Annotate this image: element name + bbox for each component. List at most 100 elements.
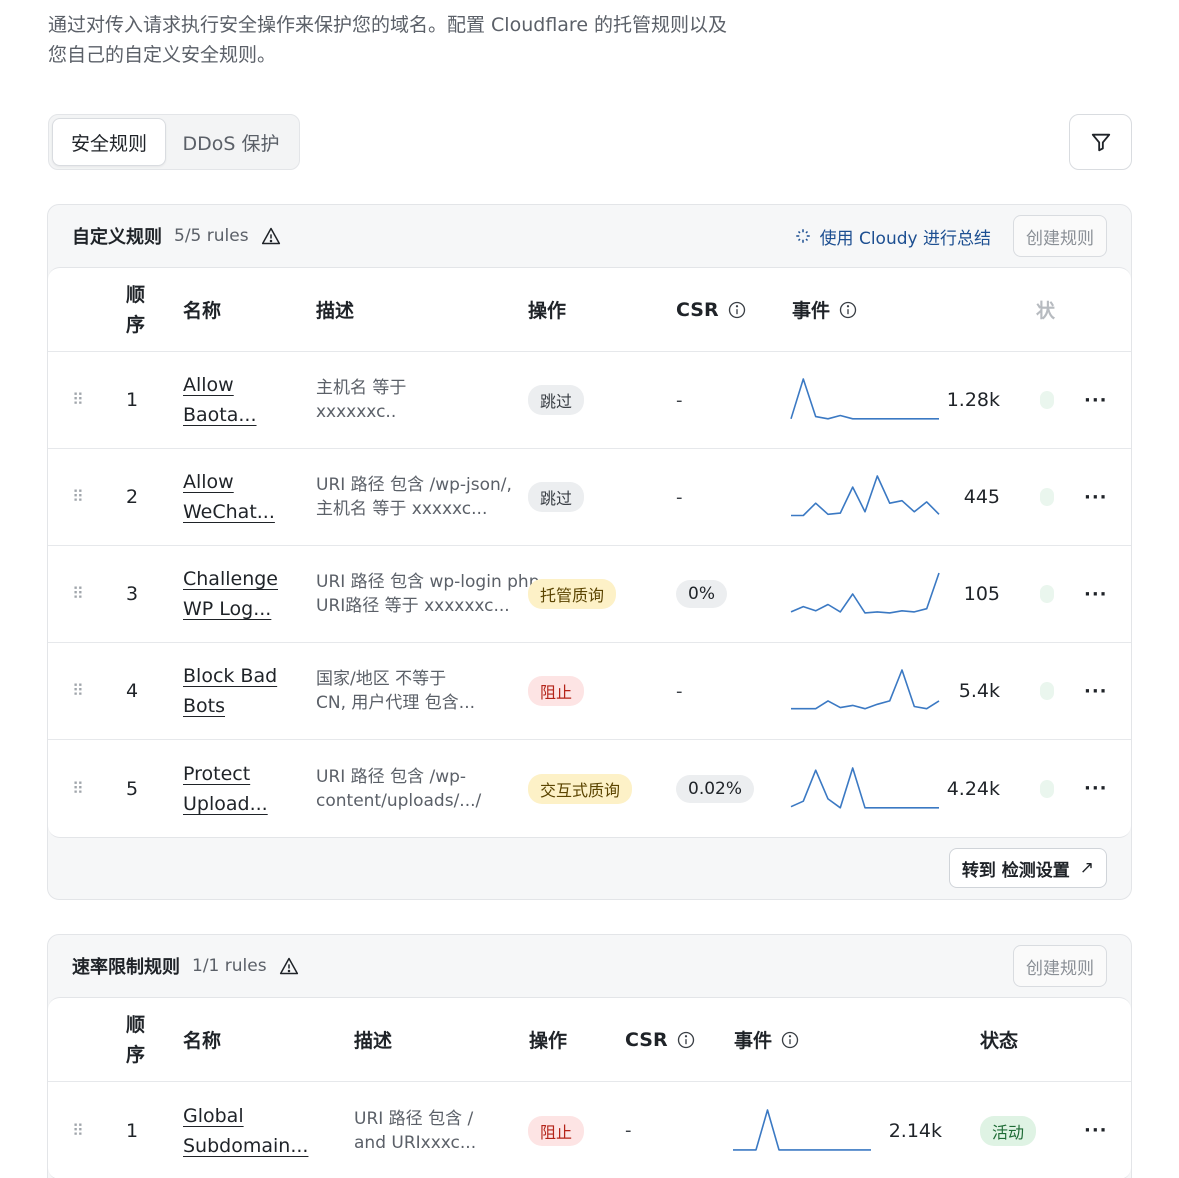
- rule-name-link[interactable]: Global Subdomain...: [183, 1082, 308, 1178]
- rate-limit-rules-header: 速率限制规则 1/1 rules 创建规则: [48, 935, 1131, 997]
- rules-tab-switcher: 安全规则 DDoS 保护: [48, 114, 300, 170]
- rule-description-line-1: URI 路径 包含 /wp-: [316, 766, 467, 787]
- rule-name-link[interactable]: Block Bad Bots: [183, 643, 277, 739]
- order-header-line-1: 顺: [126, 283, 146, 306]
- table-row[interactable]: ⠿ 5 Protect Upload... URI 路径 包含 /wp- con…: [48, 740, 1131, 837]
- status-toggle[interactable]: [1040, 779, 1054, 798]
- sparkline-chart: [790, 766, 939, 809]
- create-rule-button[interactable]: 创建规则: [1013, 945, 1107, 987]
- status-badge[interactable]: 活动: [980, 1115, 1037, 1146]
- rule-description-line-2: CN, 用户代理 包含...: [316, 693, 476, 713]
- rule-name-line-1: Protect: [183, 762, 251, 785]
- cloudy-summary-link[interactable]: 使用 Cloudy 进行总结: [794, 224, 991, 249]
- card-title: 自定义规则: [72, 227, 162, 248]
- sparkline-chart: [790, 572, 940, 614]
- table-row[interactable]: ⠿ 1 Allow Baota... 主机名 等于 xxxxxxc.. 跳过 -…: [48, 352, 1131, 449]
- rule-name-line-2: WeChat...: [183, 501, 275, 523]
- rule-csr-cell: 0%: [676, 546, 727, 642]
- table-row[interactable]: ⠿ 1 Global Subdomain... URI 路径 包含 / and …: [48, 1082, 1131, 1178]
- status-toggle[interactable]: [1040, 585, 1054, 603]
- rule-name-line-1: Global: [183, 1104, 244, 1127]
- rule-description: URI 路径 包含 /wp-json/, 主机名 等于 xxxxxc...: [316, 449, 512, 545]
- rule-csr-cell: -: [676, 449, 683, 545]
- sparkline-series: [790, 766, 939, 809]
- rate-limit-rules-table: 顺 序 名称 描述 操作 CSR 事件 状态 ⠿ 1 Global Subdom…: [48, 997, 1131, 1178]
- custom-rules-footer: 转到 检测设置 ↗: [48, 838, 1131, 899]
- info-icon[interactable]: [780, 1030, 800, 1050]
- more-actions-icon[interactable]: ···: [1084, 449, 1108, 545]
- goto-detection-settings-button[interactable]: 转到 检测设置 ↗: [948, 848, 1107, 888]
- table-row[interactable]: ⠿ 3 Challenge WP Log... URI 路径 包含 wp-log…: [48, 546, 1131, 643]
- rule-action-cell: 跳过: [528, 352, 585, 448]
- rule-status-cell: [1040, 546, 1054, 642]
- info-icon[interactable]: [838, 300, 858, 320]
- table-row[interactable]: ⠿ 4 Block Bad Bots 国家/地区 不等于 CN, 用户代理 包含…: [48, 643, 1131, 740]
- rule-csr-cell: -: [676, 352, 683, 448]
- more-actions-icon[interactable]: ···: [1084, 352, 1108, 448]
- events-count: 1.28k: [946, 389, 1000, 411]
- events-sparkline: [790, 643, 940, 739]
- rule-description-line-2: xxxxxxc..: [316, 402, 397, 422]
- rule-name-link[interactable]: Allow Baota...: [183, 352, 257, 448]
- column-header-events: 事件: [792, 268, 858, 351]
- rule-name-line-2: Bots: [183, 695, 226, 717]
- sparkline-chart: [733, 1108, 871, 1151]
- custom-rules-table: 顺 序 名称 描述 操作 CSR 事件 状 ⠿ 1 Allow Baota...: [48, 267, 1131, 838]
- sparkline-chart: [791, 475, 940, 517]
- goto-detection-settings-label: 转到 检测设置: [961, 860, 1070, 881]
- status-toggle[interactable]: [1040, 488, 1054, 506]
- table-header-row: 顺 序 名称 描述 操作 CSR 事件 状: [48, 268, 1131, 352]
- status-toggle[interactable]: [1040, 682, 1054, 700]
- tab-security-rules[interactable]: 安全规则: [52, 118, 166, 166]
- column-header-description: 描述: [316, 300, 355, 322]
- more-actions-icon[interactable]: ···: [1084, 740, 1108, 837]
- rule-status-cell: [1040, 449, 1054, 545]
- tab-ddos-protection[interactable]: DDoS 保护: [166, 118, 296, 166]
- rule-name-link[interactable]: Protect Upload...: [183, 740, 268, 837]
- csr-value: -: [625, 1120, 632, 1141]
- events-count: 4.24k: [946, 777, 1000, 800]
- rule-description: 主机名 等于 xxxxxxc..: [316, 352, 406, 448]
- rule-status-cell: [1040, 643, 1054, 739]
- column-header-csr: CSR: [676, 268, 747, 351]
- filter-button[interactable]: [1069, 114, 1132, 170]
- rule-name-link[interactable]: Allow WeChat...: [183, 449, 275, 545]
- intro-line-2: 您自己的自定义安全规则。: [48, 44, 277, 66]
- action-badge: 阻止: [528, 676, 585, 706]
- drag-handle-icon[interactable]: ⠿: [72, 643, 84, 739]
- csr-header-label: CSR: [625, 1028, 668, 1051]
- create-rule-button[interactable]: 创建规则: [1013, 215, 1107, 257]
- more-actions-icon[interactable]: ···: [1084, 1082, 1108, 1178]
- drag-handle-icon[interactable]: ⠿: [72, 546, 84, 642]
- drag-handle-icon[interactable]: ⠿: [72, 1082, 84, 1178]
- external-arrow-icon: ↗: [1079, 858, 1094, 878]
- drag-handle-icon[interactable]: ⠿: [72, 740, 84, 837]
- rule-description: 国家/地区 不等于 CN, 用户代理 包含...: [316, 643, 475, 739]
- events-sparkline: [790, 352, 940, 448]
- more-actions-icon[interactable]: ···: [1084, 643, 1108, 739]
- rule-csr-cell: -: [676, 643, 683, 739]
- more-actions-icon[interactable]: ···: [1084, 546, 1108, 642]
- events-sparkline: [790, 449, 940, 545]
- action-badge: 跳过: [528, 482, 585, 512]
- column-header-action: 操作: [528, 300, 567, 322]
- rule-name-link[interactable]: Challenge WP Log...: [183, 546, 278, 642]
- info-icon[interactable]: [727, 300, 747, 320]
- rule-name-line-1: Block Bad: [183, 665, 278, 687]
- rule-action-cell: 阻止: [528, 1082, 585, 1178]
- column-header-action: 操作: [529, 1030, 568, 1052]
- info-icon[interactable]: [676, 1030, 696, 1050]
- filter-icon: [1091, 133, 1110, 152]
- rule-name-line-2: WP Log...: [183, 598, 272, 620]
- table-row[interactable]: ⠿ 2 Allow WeChat... URI 路径 包含 /wp-json/,…: [48, 449, 1131, 546]
- drag-handle-icon[interactable]: ⠿: [72, 352, 84, 448]
- sparkline-chart: [790, 378, 939, 420]
- events-sparkline: [790, 546, 940, 642]
- events-count: 2.14k: [888, 1119, 942, 1142]
- rule-description-line-2: URI路径 等于 xxxxxxc...: [316, 596, 510, 616]
- status-toggle[interactable]: [1040, 391, 1054, 409]
- sparkline-series: [791, 669, 940, 710]
- rule-order: 1: [126, 389, 139, 411]
- order-header-line-2: 序: [126, 1043, 146, 1066]
- drag-handle-icon[interactable]: ⠿: [72, 449, 84, 545]
